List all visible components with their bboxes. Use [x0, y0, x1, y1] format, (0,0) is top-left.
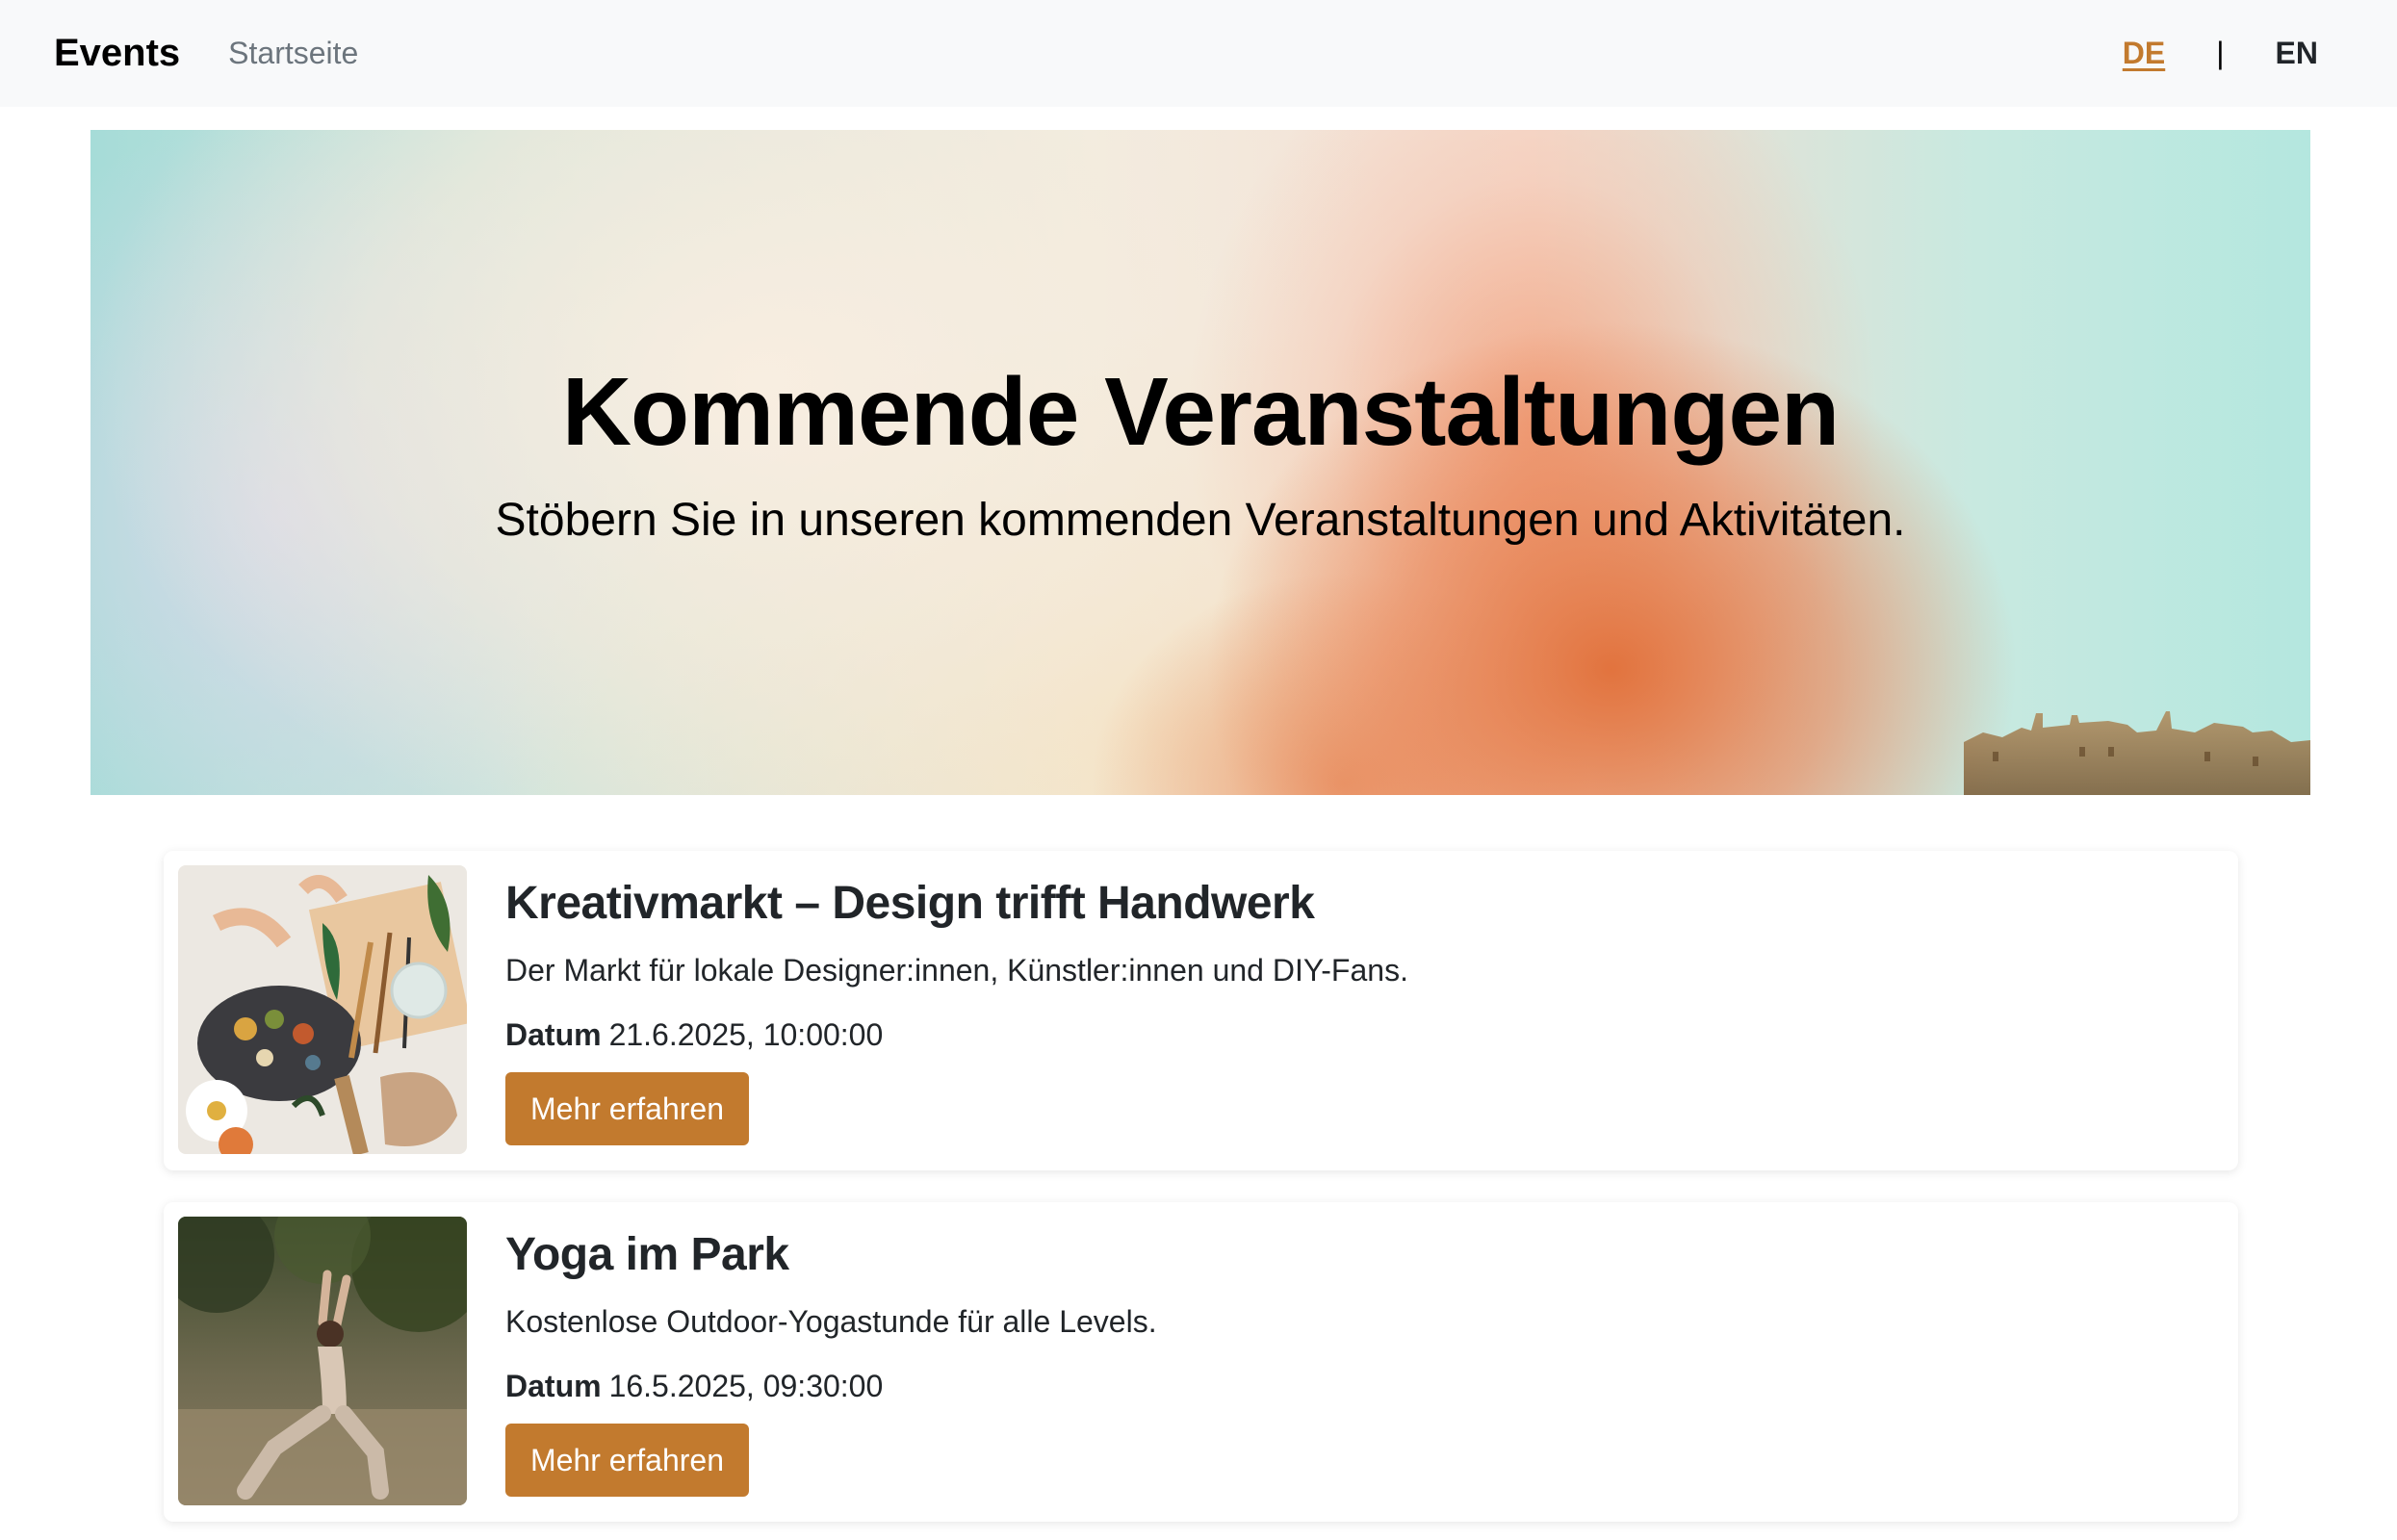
event-image-crafts: [178, 865, 467, 1154]
hero-content: Kommende Veranstaltungen Stöbern Sie in …: [90, 130, 2310, 795]
lang-de-link[interactable]: DE: [2123, 36, 2165, 71]
event-title: Kreativmarkt – Design trifft Handwerk: [505, 878, 1315, 929]
event-date: Datum 16.5.2025, 09:30:00: [505, 1369, 2219, 1404]
language-switcher: DE | EN: [2123, 36, 2343, 71]
event-description: Der Markt für lokale Designer:innen, Kün…: [505, 952, 1408, 988]
brand-logo-text[interactable]: Events: [54, 32, 180, 75]
event-date-value: 16.5.2025, 09:30:00: [608, 1368, 884, 1403]
learn-more-button[interactable]: Mehr erfahren: [505, 1423, 749, 1497]
event-date: Datum 21.6.2025, 10:00:00: [505, 1017, 2219, 1053]
event-card: Kreativmarkt – Design trifft Handwerk De…: [164, 851, 2238, 1170]
hero-banner: Kommende Veranstaltungen Stöbern Sie in …: [90, 130, 2310, 795]
learn-more-button[interactable]: Mehr erfahren: [505, 1071, 749, 1145]
lang-en-link[interactable]: EN: [2276, 36, 2318, 71]
page-subtitle: Stöbern Sie in unseren kommenden Veranst…: [495, 495, 1906, 546]
nav-link-home[interactable]: Startseite: [228, 36, 358, 71]
page-title: Kommende Veranstaltungen: [561, 358, 1840, 466]
event-date-value: 21.6.2025, 10:00:00: [608, 1016, 884, 1052]
lang-separator: |: [2216, 36, 2225, 70]
event-image-yoga: [178, 1217, 467, 1505]
event-card-body: Kreativmarkt – Design trifft Handwerk De…: [505, 876, 2219, 1145]
event-card: Yoga im Park Kostenlose Outdoor-Yogastun…: [164, 1202, 2238, 1522]
event-title: Yoga im Park: [505, 1229, 789, 1280]
event-date-label: Datum: [505, 1016, 602, 1052]
event-description: Kostenlose Outdoor-Yogastunde für alle L…: [505, 1303, 1157, 1339]
top-navbar: Events Startseite DE | EN: [0, 0, 2397, 107]
event-date-label: Datum: [505, 1368, 602, 1403]
event-card-body: Yoga im Park Kostenlose Outdoor-Yogastun…: [505, 1227, 2219, 1497]
